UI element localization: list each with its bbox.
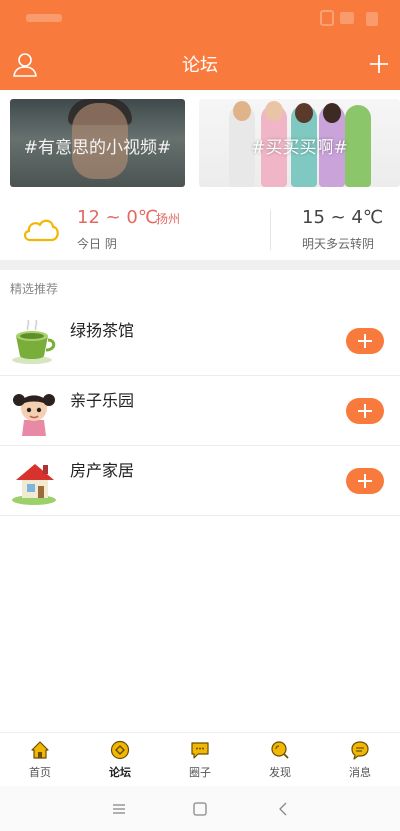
chat-bubble-icon	[190, 740, 210, 760]
banner-shopping-text: #买买买啊#	[251, 138, 348, 158]
list-item-tea-house[interactable]: 绿扬茶馆	[0, 306, 400, 376]
list-item-label: 房产家居	[70, 461, 135, 480]
tea-cup-icon	[10, 316, 58, 366]
banner-shopping[interactable]: #买买买啊#	[199, 99, 400, 187]
forum-screen: 论坛 #有意思的小视频# #买买买啊# 12 ~ 0℃ 扬州 今日 阴 15 ~…	[0, 0, 400, 831]
banner-video-text: #有意思的小视频#	[23, 138, 172, 158]
banner-figure-head	[323, 103, 341, 123]
page-title: 论坛	[182, 55, 218, 76]
banner-figure-head	[265, 101, 283, 121]
status-time-indicator	[26, 14, 62, 22]
tab-circles[interactable]: 圈子	[160, 733, 240, 787]
add-post-icon[interactable]	[368, 53, 390, 75]
status-notification-icon	[320, 10, 334, 26]
weather-city: 扬州	[156, 212, 181, 226]
list-item-real-estate[interactable]: 房产家居	[0, 446, 400, 516]
status-bar	[0, 0, 400, 40]
today-weather-desc: 今日 阴	[77, 237, 117, 251]
tab-label: 首页	[29, 766, 51, 779]
home-square-icon[interactable]	[191, 800, 209, 818]
app-header: 论坛	[0, 0, 400, 90]
tab-discover[interactable]: 发现	[240, 733, 320, 787]
follow-button[interactable]	[346, 468, 384, 494]
signal-icon	[340, 12, 354, 24]
discover-icon	[270, 740, 290, 760]
child-icon	[10, 386, 58, 436]
cloud-icon	[22, 216, 60, 242]
message-icon	[350, 740, 370, 760]
tab-home[interactable]: 首页	[0, 733, 80, 787]
home-icon	[30, 740, 50, 760]
menu-icon[interactable]	[110, 800, 128, 818]
list-item-label: 亲子乐园	[70, 391, 135, 410]
tomorrow-weather-desc: 明天多云转阴	[302, 237, 375, 251]
list-item-parenting[interactable]: 亲子乐园	[0, 376, 400, 446]
section-divider	[0, 260, 400, 270]
forum-icon	[110, 740, 130, 760]
tab-messages[interactable]: 消息	[320, 733, 400, 787]
banner-figure-head	[295, 103, 313, 123]
follow-button[interactable]	[346, 328, 384, 354]
back-icon[interactable]	[275, 800, 293, 818]
banner-figure-head	[233, 101, 251, 121]
house-icon	[10, 456, 58, 506]
tab-label: 圈子	[189, 766, 211, 779]
section-title: 精选推荐	[10, 282, 59, 296]
tab-label: 消息	[349, 766, 371, 779]
weather-widget[interactable]: 12 ~ 0℃ 扬州 今日 阴 15 ~ 4℃ 明天多云转阴	[0, 198, 400, 260]
weather-divider	[270, 210, 271, 250]
banner-video[interactable]: #有意思的小视频#	[10, 99, 185, 187]
system-navigation-bar	[0, 786, 400, 831]
today-temperature: 12 ~ 0℃	[77, 207, 159, 228]
tab-forum[interactable]: 论坛	[80, 733, 160, 787]
battery-icon	[366, 12, 378, 26]
tab-label: 发现	[269, 766, 291, 779]
tomorrow-temperature: 15 ~ 4℃	[302, 207, 384, 228]
follow-button[interactable]	[346, 398, 384, 424]
bottom-tab-bar: 首页 论坛 圈子 发现 消息	[0, 732, 400, 786]
list-item-label: 绿扬茶馆	[70, 321, 135, 340]
tab-label: 论坛	[109, 766, 131, 779]
